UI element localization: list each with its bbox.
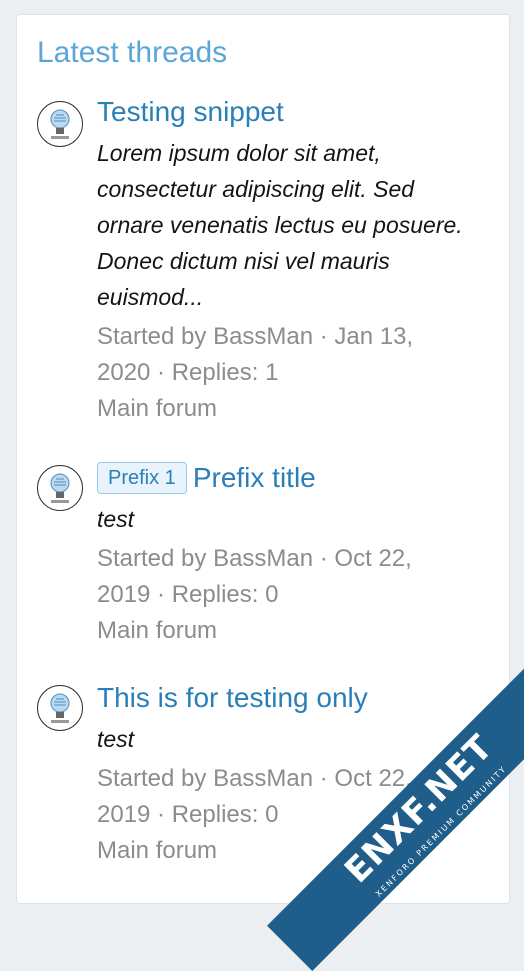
avatar[interactable] [37, 101, 83, 147]
thread-title-link[interactable]: Testing snippet [97, 96, 284, 127]
thread-meta-line2: 2019 · Replies: 0 [97, 581, 279, 608]
thread-snippet: Lorem ipsum dolor sit amet, consectetur … [97, 140, 463, 310]
thread-title-link[interactable]: Prefix title [193, 462, 316, 493]
thread-prefix-badge[interactable]: Prefix 1 [97, 462, 187, 494]
thread-title[interactable]: Testing snippet [97, 95, 477, 129]
avatar-bulb-icon [50, 473, 70, 503]
thread-snippet: test [97, 506, 135, 532]
thread-meta-line1: Started by BassMan · Jan 13, [97, 323, 414, 350]
avatar-bulb-icon [50, 109, 70, 139]
avatar[interactable] [37, 465, 83, 511]
thread-body: Prefix 1 Prefix title test Started by Bas… [97, 461, 477, 649]
thread-title[interactable]: This is for testing only [97, 681, 477, 715]
thread-meta-line2: 2020 · Replies: 1 [97, 359, 279, 386]
avatar[interactable] [37, 685, 83, 731]
thread-meta: Started by BassMan · Oct 22, 2019 · Repl… [97, 541, 477, 613]
thread-body: Testing snippet Lorem ipsum dolor sit am… [97, 95, 477, 427]
thread-forum-link[interactable]: Main forum [97, 613, 477, 649]
thread-snippet: test [97, 726, 135, 752]
thread-title-link[interactable]: This is for testing only [97, 682, 368, 713]
thread-meta-line1: Started by BassMan · Oct 22, [97, 545, 412, 572]
widget-title[interactable]: Latest threads [37, 33, 227, 73]
thread-title[interactable]: Prefix 1 Prefix title [97, 461, 477, 495]
thread-forum-link[interactable]: Main forum [97, 391, 477, 427]
avatar-bulb-icon [50, 693, 70, 723]
thread-meta: Started by BassMan · Jan 13, 2020 · Repl… [97, 319, 477, 391]
